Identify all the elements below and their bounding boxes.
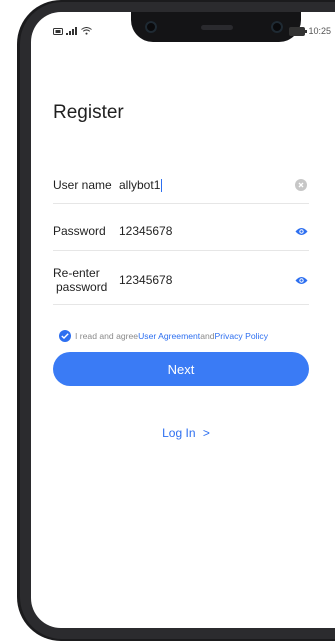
login-link-label: Log In	[162, 426, 196, 440]
agreement-prefix: I read and agree	[75, 331, 139, 341]
camera-notch	[131, 12, 301, 42]
chevron-right-icon: >	[202, 426, 210, 440]
reenter-password-row: Re-enter password 12345678	[53, 256, 309, 305]
checkmark-icon	[61, 333, 69, 339]
earpiece-speaker	[201, 25, 233, 30]
wifi-icon	[81, 27, 92, 37]
username-label: User name	[53, 178, 112, 192]
sensor-icon	[271, 21, 283, 33]
agreement-conjunction: and	[200, 331, 215, 341]
reenter-password-label: Re-enter password	[53, 266, 119, 294]
username-field[interactable]: allybot1	[119, 177, 293, 193]
password-field[interactable]: 12345678	[119, 224, 293, 238]
front-camera-icon	[145, 21, 157, 33]
clear-icon[interactable]	[293, 177, 309, 193]
username-row: User name allybot1	[53, 167, 309, 204]
page: 10:25 Register User name allybot1 Passwo…	[0, 0, 335, 641]
privacy-policy-link[interactable]: Privacy Policy	[215, 331, 268, 341]
login-link[interactable]: Log In >	[31, 426, 335, 440]
username-value: allybot1	[119, 177, 161, 192]
page-title: Register	[53, 102, 124, 123]
status-bar-right: 10:25	[289, 26, 331, 36]
status-time: 10:25	[308, 26, 331, 36]
show-reenter-password-eye-icon[interactable]	[293, 272, 309, 288]
phone-screen: 10:25 Register User name allybot1 Passwo…	[31, 12, 335, 628]
signal-icon	[66, 27, 78, 37]
agreement-checkbox[interactable]	[59, 330, 71, 342]
reenter-label-line2: password	[56, 280, 108, 294]
next-button[interactable]: Next	[53, 352, 309, 386]
status-bar-left	[53, 27, 92, 37]
next-button-label: Next	[167, 361, 195, 377]
battery-icon	[289, 26, 308, 36]
show-password-eye-icon[interactable]	[293, 223, 309, 239]
text-caret	[161, 179, 163, 193]
reenter-label-line1: Re-enter	[53, 266, 100, 280]
password-row: Password 12345678	[53, 212, 309, 251]
reenter-password-field[interactable]: 12345678	[119, 273, 293, 287]
sim-icon	[53, 27, 63, 37]
password-label: Password	[53, 224, 106, 238]
user-agreement-link[interactable]: User Agreement	[138, 331, 200, 341]
agreement-row: I read and agree User Agreement and Priv…	[59, 330, 268, 342]
